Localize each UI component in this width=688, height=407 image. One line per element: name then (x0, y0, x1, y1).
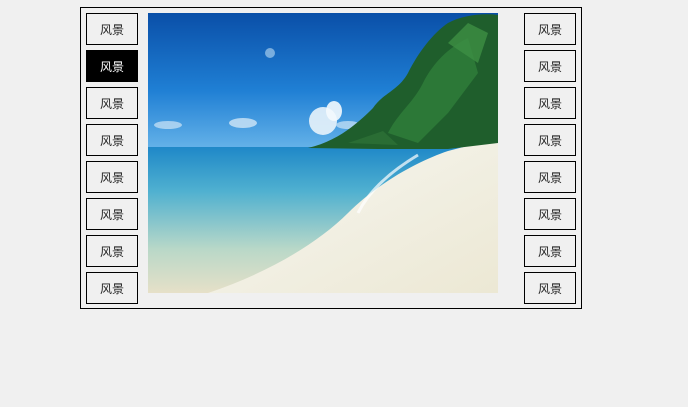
thumbnail-left-4[interactable]: 风景 (86, 124, 138, 156)
thumbnail-right-5[interactable]: 风景 (524, 161, 576, 193)
thumbnail-right-4[interactable]: 风景 (524, 124, 576, 156)
thumbnail-left-6[interactable]: 风景 (86, 198, 138, 230)
thumbnail-right-3[interactable]: 风景 (524, 87, 576, 119)
thumbnail-left-1[interactable]: 风景 (86, 13, 138, 45)
beach-photo (148, 13, 498, 293)
thumbnail-right-6[interactable]: 风景 (524, 198, 576, 230)
thumbnail-left-2[interactable]: 风景 (86, 50, 138, 82)
image-gallery: 风景 风景 风景 风景 风景 风景 风景 风景 风景 风景 风景 风景 风景 风… (80, 7, 582, 309)
thumbnail-left-5[interactable]: 风景 (86, 161, 138, 193)
left-thumbnail-column: 风景 风景 风景 风景 风景 风景 风景 风景 (86, 13, 138, 304)
thumbnail-left-3[interactable]: 风景 (86, 87, 138, 119)
thumbnail-right-1[interactable]: 风景 (524, 13, 576, 45)
thumbnail-right-7[interactable]: 风景 (524, 235, 576, 267)
main-image-viewer (148, 13, 498, 293)
thumbnail-right-8[interactable]: 风景 (524, 272, 576, 304)
thumbnail-left-8[interactable]: 风景 (86, 272, 138, 304)
thumbnail-right-2[interactable]: 风景 (524, 50, 576, 82)
thumbnail-left-7[interactable]: 风景 (86, 235, 138, 267)
right-thumbnail-column: 风景 风景 风景 风景 风景 风景 风景 风景 (524, 13, 576, 304)
